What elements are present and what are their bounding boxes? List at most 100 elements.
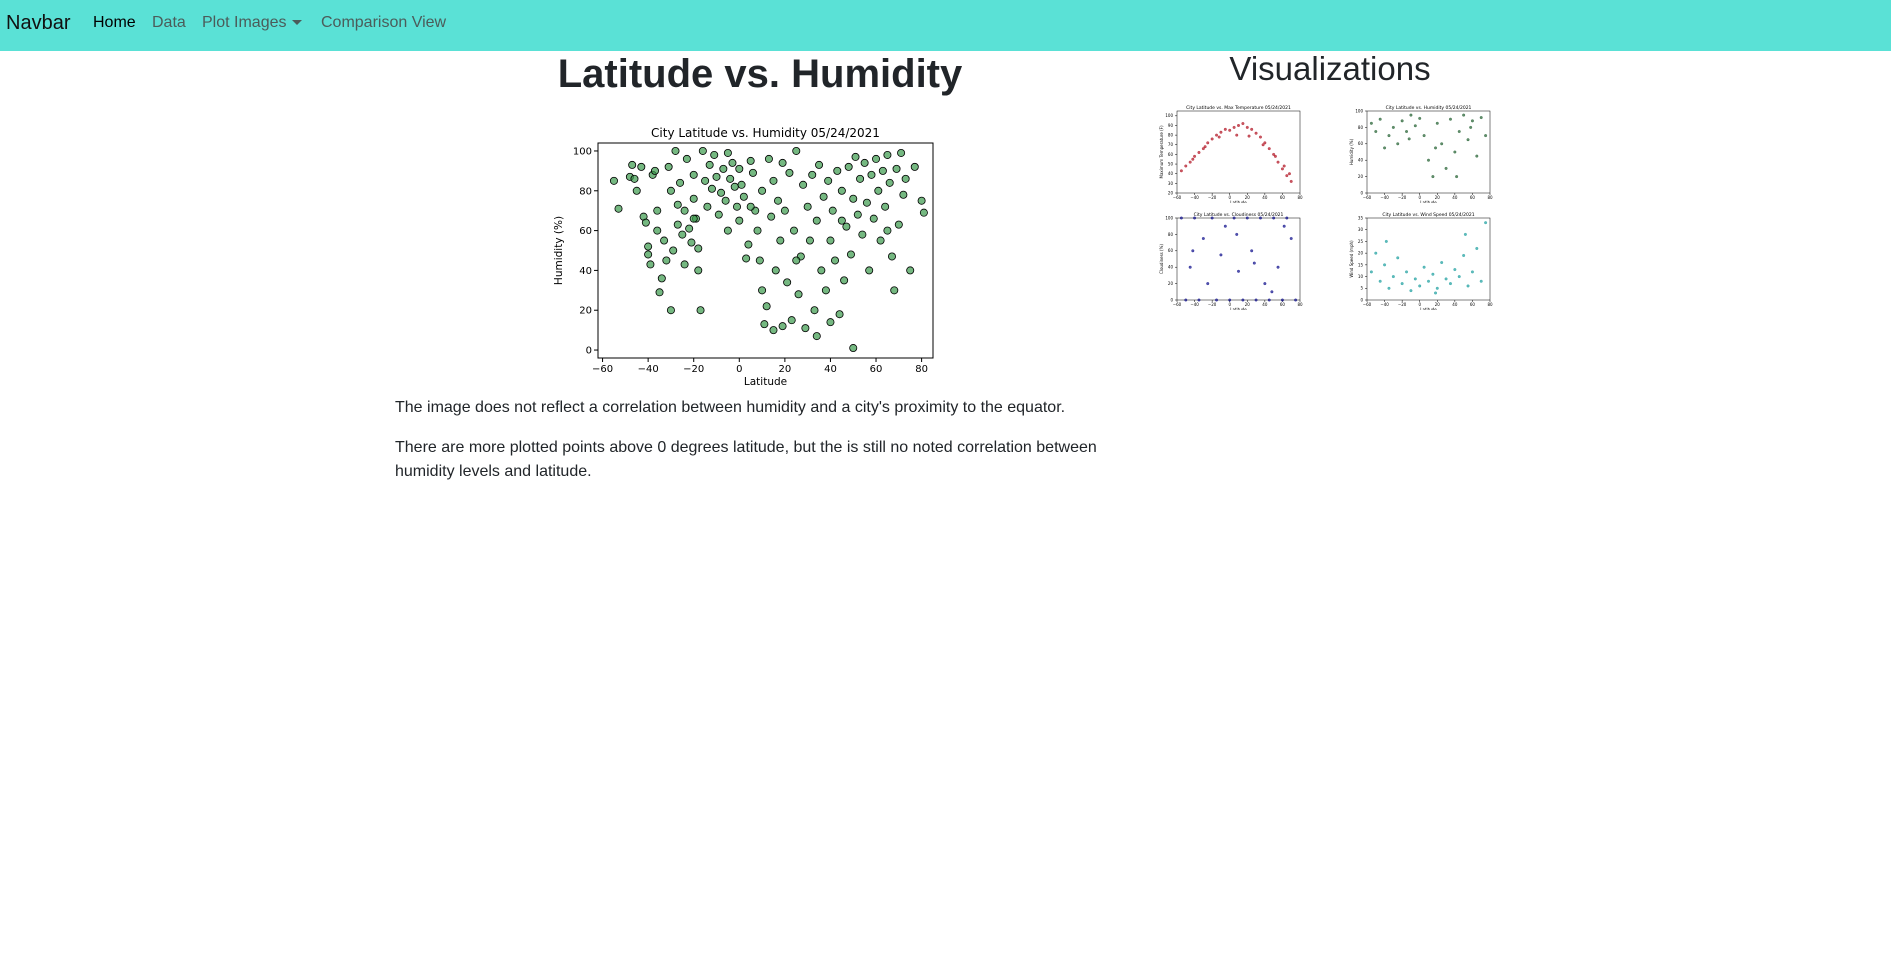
data-point bbox=[817, 266, 826, 275]
data-point bbox=[1193, 216, 1197, 220]
data-point bbox=[919, 208, 928, 217]
data-point bbox=[1462, 113, 1466, 117]
x-tick-label: 0 bbox=[736, 364, 742, 375]
data-point bbox=[760, 320, 769, 329]
data-point bbox=[1280, 298, 1284, 302]
nav-plot-images-dropdown[interactable]: Plot Images bbox=[202, 14, 303, 32]
data-point bbox=[851, 152, 860, 161]
data-point bbox=[801, 324, 810, 333]
data-point bbox=[1434, 146, 1437, 150]
data-point bbox=[1235, 133, 1239, 137]
data-point bbox=[1282, 224, 1286, 228]
x-tick-label: 40 bbox=[1262, 302, 1268, 307]
data-point bbox=[821, 286, 830, 295]
data-point bbox=[1252, 261, 1256, 265]
x-tick-label: 60 bbox=[1470, 195, 1476, 200]
data-point bbox=[1280, 167, 1284, 171]
data-point bbox=[650, 166, 659, 175]
data-point bbox=[746, 202, 755, 211]
data-point bbox=[764, 154, 773, 163]
data-point bbox=[669, 246, 678, 255]
data-point bbox=[1188, 265, 1192, 269]
data-point bbox=[883, 150, 892, 159]
data-point bbox=[826, 236, 835, 245]
thumbnail-humidity[interactable]: City Latitude vs. Humidity 05/24/2021 −60… bbox=[1345, 103, 1495, 203]
x-axis-label: Latitude bbox=[744, 376, 787, 388]
data-point bbox=[878, 166, 887, 175]
data-point bbox=[1272, 216, 1276, 220]
data-point bbox=[869, 214, 878, 223]
data-point bbox=[812, 332, 821, 341]
x-tick-label: −40 bbox=[1380, 302, 1389, 307]
data-point bbox=[641, 218, 650, 227]
data-point bbox=[1210, 216, 1214, 220]
thumbnail-cloudiness[interactable]: City Latitude vs. Cloudiness 05/24/2021 −… bbox=[1155, 210, 1305, 310]
y-axis-label: Wind Speed (mph) bbox=[1349, 240, 1354, 278]
data-point bbox=[874, 186, 883, 195]
data-point bbox=[1259, 216, 1262, 220]
thumbnail-wind-speed[interactable]: City Latitude vs. Wind Speed 05/24/2021 −… bbox=[1345, 210, 1495, 310]
data-point bbox=[1197, 151, 1201, 154]
data-point bbox=[819, 192, 828, 201]
data-point bbox=[767, 212, 776, 221]
data-point bbox=[1435, 286, 1439, 290]
x-tick-label: −40 bbox=[638, 364, 659, 375]
data-point bbox=[687, 238, 696, 247]
data-point bbox=[872, 154, 881, 163]
data-point bbox=[1431, 175, 1435, 179]
data-point bbox=[1217, 135, 1221, 139]
data-point bbox=[1384, 239, 1388, 243]
data-point bbox=[714, 210, 723, 219]
data-point bbox=[664, 162, 673, 171]
data-point bbox=[755, 256, 764, 265]
data-point bbox=[1282, 164, 1286, 168]
data-point bbox=[614, 204, 623, 213]
data-point bbox=[1440, 261, 1444, 264]
visualizations-title: Visualizations bbox=[1229, 50, 1431, 87]
data-point bbox=[632, 186, 641, 195]
data-point bbox=[897, 148, 906, 157]
data-point bbox=[1197, 298, 1201, 302]
data-point bbox=[1223, 224, 1227, 228]
y-tick-label: 90 bbox=[1168, 123, 1174, 128]
navbar-brand[interactable]: Navbar bbox=[6, 12, 70, 35]
data-point bbox=[694, 266, 703, 275]
data-point bbox=[1232, 216, 1236, 220]
nav-comparison-view[interactable]: Comparison View bbox=[321, 14, 446, 32]
x-axis-label: Latitude bbox=[1230, 200, 1247, 203]
y-tick-label: 60 bbox=[1168, 152, 1174, 157]
data-point bbox=[846, 250, 855, 259]
data-point bbox=[853, 210, 862, 219]
nav-home[interactable]: Home bbox=[93, 14, 136, 32]
data-point bbox=[1444, 277, 1448, 281]
data-point bbox=[835, 310, 844, 319]
data-point bbox=[1263, 282, 1267, 286]
data-point bbox=[856, 174, 865, 183]
paragraph-1: The image does not reflect a correlation… bbox=[395, 399, 1066, 416]
nav-data[interactable]: Data bbox=[152, 14, 186, 32]
data-point bbox=[1431, 272, 1435, 276]
data-point bbox=[1479, 279, 1483, 283]
x-tick-label: 40 bbox=[1452, 195, 1458, 200]
y-axis-label: Cloudiness (%) bbox=[1159, 244, 1164, 274]
data-point bbox=[1210, 137, 1214, 141]
data-point bbox=[655, 288, 664, 297]
data-point bbox=[1479, 116, 1483, 120]
y-axis-label: Humidity (%) bbox=[553, 216, 565, 285]
data-point bbox=[867, 170, 876, 179]
data-point bbox=[1462, 254, 1466, 257]
chart-title: City Latitude vs. Cloudiness 05/24/2021 bbox=[1194, 212, 1284, 218]
nav-plot-images-label: Plot Images bbox=[202, 14, 287, 31]
data-point bbox=[637, 162, 646, 171]
data-point bbox=[1435, 121, 1439, 125]
data-point bbox=[894, 220, 903, 229]
thumbnail-max-temp[interactable]: City Latitude vs. Max Temperature 05/24/… bbox=[1155, 103, 1305, 203]
data-point bbox=[1267, 147, 1271, 151]
x-tick-label: −40 bbox=[1190, 302, 1199, 307]
data-point bbox=[917, 196, 926, 205]
data-point bbox=[666, 306, 675, 315]
data-point bbox=[680, 206, 689, 215]
data-point bbox=[698, 146, 707, 155]
data-point bbox=[783, 278, 792, 287]
data-point bbox=[831, 256, 840, 265]
